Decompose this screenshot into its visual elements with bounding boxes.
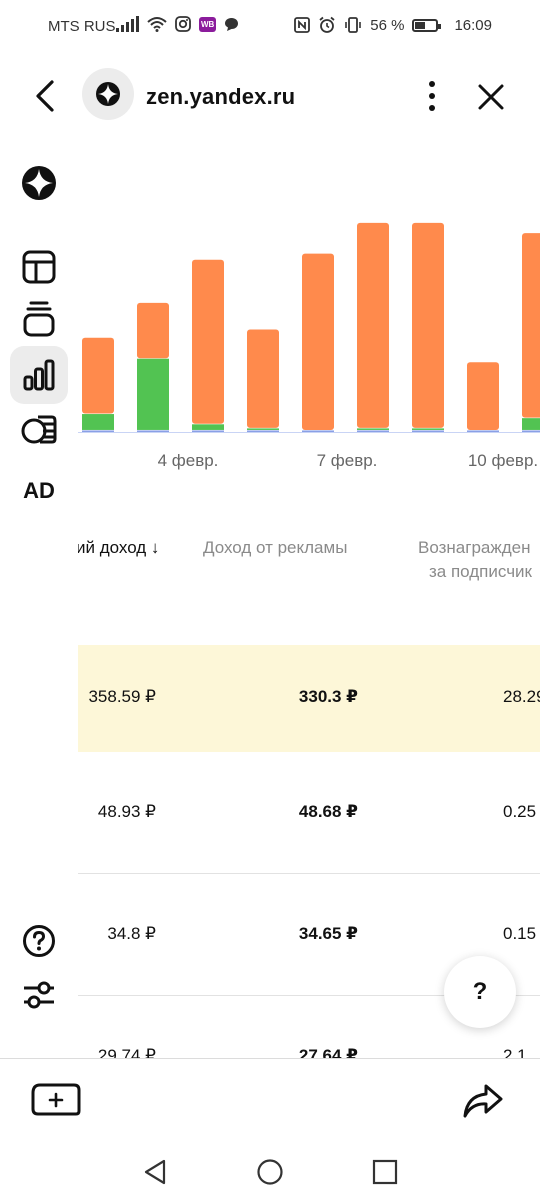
message-icon xyxy=(225,17,239,31)
cell-subscriber-reward: 0.25 xyxy=(503,802,537,821)
system-nav-bar xyxy=(0,1142,540,1200)
signal-icon xyxy=(116,16,139,32)
cell-subscriber-reward: 0.15 xyxy=(503,924,537,943)
browser-top-bar: zen.yandex.ru xyxy=(0,66,540,126)
clock: 16:09 xyxy=(454,16,492,34)
alarm-icon xyxy=(319,16,335,33)
site-favicon[interactable] xyxy=(82,68,134,120)
chart-x-tick-label: 7 февр. xyxy=(317,451,378,470)
rail-zen-home[interactable] xyxy=(10,154,68,212)
zen-logo-icon xyxy=(96,82,120,106)
chart-bar[interactable] xyxy=(522,233,540,432)
chart-bar[interactable] xyxy=(357,222,389,432)
battery-icon xyxy=(412,18,442,32)
chart-bar[interactable] xyxy=(82,337,114,432)
column-subscriber-reward-line2: за подписчик xyxy=(429,562,532,581)
back-arrow-icon[interactable] xyxy=(30,78,62,114)
sliders-icon xyxy=(24,981,54,1009)
chart-bar-segment-orange xyxy=(192,259,224,424)
chart-x-tick-label: 4 февр. xyxy=(158,451,219,470)
cell-total-income: 358.59 ₽ xyxy=(88,687,156,706)
cell-total-income: 48.93 ₽ xyxy=(97,802,156,821)
close-icon[interactable] xyxy=(474,80,508,114)
chart-bar-segment-orange xyxy=(467,362,499,430)
chart-bar-segment-green xyxy=(82,413,114,430)
chart-bar[interactable] xyxy=(467,362,499,432)
wildberries-icon: WB xyxy=(199,16,217,32)
rail-help[interactable] xyxy=(10,912,68,970)
cell-ad-income: 34.65 ₽ xyxy=(298,924,358,943)
nfc-icon xyxy=(294,17,311,33)
chart-bar[interactable] xyxy=(137,302,169,432)
share-icon[interactable] xyxy=(462,1083,504,1119)
chart-bar[interactable] xyxy=(247,329,279,433)
column-subscriber-reward[interactable]: Вознагражден xyxy=(418,538,530,558)
new-tab-icon[interactable] xyxy=(30,1081,82,1117)
dashboard-icon xyxy=(22,250,56,284)
chart-bar-segment-orange xyxy=(412,222,444,428)
chart-bar-segment-green xyxy=(192,423,224,430)
status-bar: MTS RUS WB 56 % 16:09 xyxy=(0,0,540,52)
zen-logo-icon xyxy=(22,166,56,200)
income-bar-chart: 4 февр. 7 февр. 10 февр. xyxy=(78,222,540,470)
bar-chart-icon xyxy=(23,359,55,391)
chart-x-tick-label: 10 февр. xyxy=(468,451,538,470)
battery-percent: 56 % xyxy=(370,16,405,34)
chart-bar-segment-orange xyxy=(137,302,169,359)
vibrate-icon xyxy=(345,17,362,33)
nav-recents-icon[interactable] xyxy=(372,1159,398,1185)
chart-bar-segment-green xyxy=(522,417,540,430)
ad-label: AD xyxy=(23,478,55,503)
more-menu-icon[interactable] xyxy=(420,78,444,114)
wifi-icon xyxy=(147,17,167,32)
browser-bottom-bar xyxy=(0,1058,540,1142)
rail-dashboard[interactable] xyxy=(10,238,68,296)
table-header: ий доход ↓ Доход от рекламы Вознагражден… xyxy=(78,520,540,620)
chart-bar[interactable] xyxy=(412,222,444,432)
cell-ad-income: 48.68 ₽ xyxy=(298,802,358,821)
chart-bar-segment-orange xyxy=(522,233,540,418)
income-chart: 4 февр. 7 февр. 10 февр. xyxy=(78,200,540,490)
chart-bar-segment-orange xyxy=(82,337,114,414)
chart-bar-segment-orange xyxy=(247,329,279,428)
chart-bar[interactable] xyxy=(192,259,224,432)
status-left-icons: WB xyxy=(116,16,239,32)
nav-back-icon[interactable] xyxy=(142,1158,168,1186)
cell-subscriber-reward: 28.29 xyxy=(503,687,540,706)
chart-bar-segment-green xyxy=(137,358,169,430)
help-circle-icon xyxy=(23,925,55,957)
carrier-name: MTS RUS xyxy=(48,18,116,35)
help-floating-button[interactable]: ? xyxy=(444,956,516,1028)
column-total-income[interactable]: ий доход ↓ xyxy=(78,538,159,558)
column-ad-income[interactable]: Доход от рекламы xyxy=(203,538,347,558)
rail-publications[interactable] xyxy=(10,290,68,348)
coins-icon xyxy=(21,415,57,444)
table-row[interactable]: 358.59 ₽ 330.3 ₽ 28.29 xyxy=(78,645,540,752)
rail-statistics[interactable] xyxy=(10,346,68,404)
rail-monetization[interactable] xyxy=(10,400,68,458)
cell-ad-income: 330.3 ₽ xyxy=(298,687,358,706)
chart-bar-segment-orange xyxy=(302,253,334,430)
status-right-icons: 56 % 16:09 xyxy=(294,16,492,34)
chart-bar[interactable] xyxy=(302,253,334,432)
instagram-icon xyxy=(175,16,191,32)
cell-total-income: 34.8 ₽ xyxy=(107,924,156,943)
table-row[interactable]: 48.93 ₽ 48.68 ₽ 0.25 xyxy=(78,752,540,874)
rail-ads[interactable]: AD xyxy=(10,462,68,520)
stack-icon xyxy=(23,301,55,337)
nav-home-icon[interactable] xyxy=(256,1158,284,1186)
address-bar-url[interactable]: zen.yandex.ru xyxy=(146,84,295,110)
rail-settings[interactable] xyxy=(10,966,68,1024)
chart-bar-segment-orange xyxy=(357,222,389,428)
